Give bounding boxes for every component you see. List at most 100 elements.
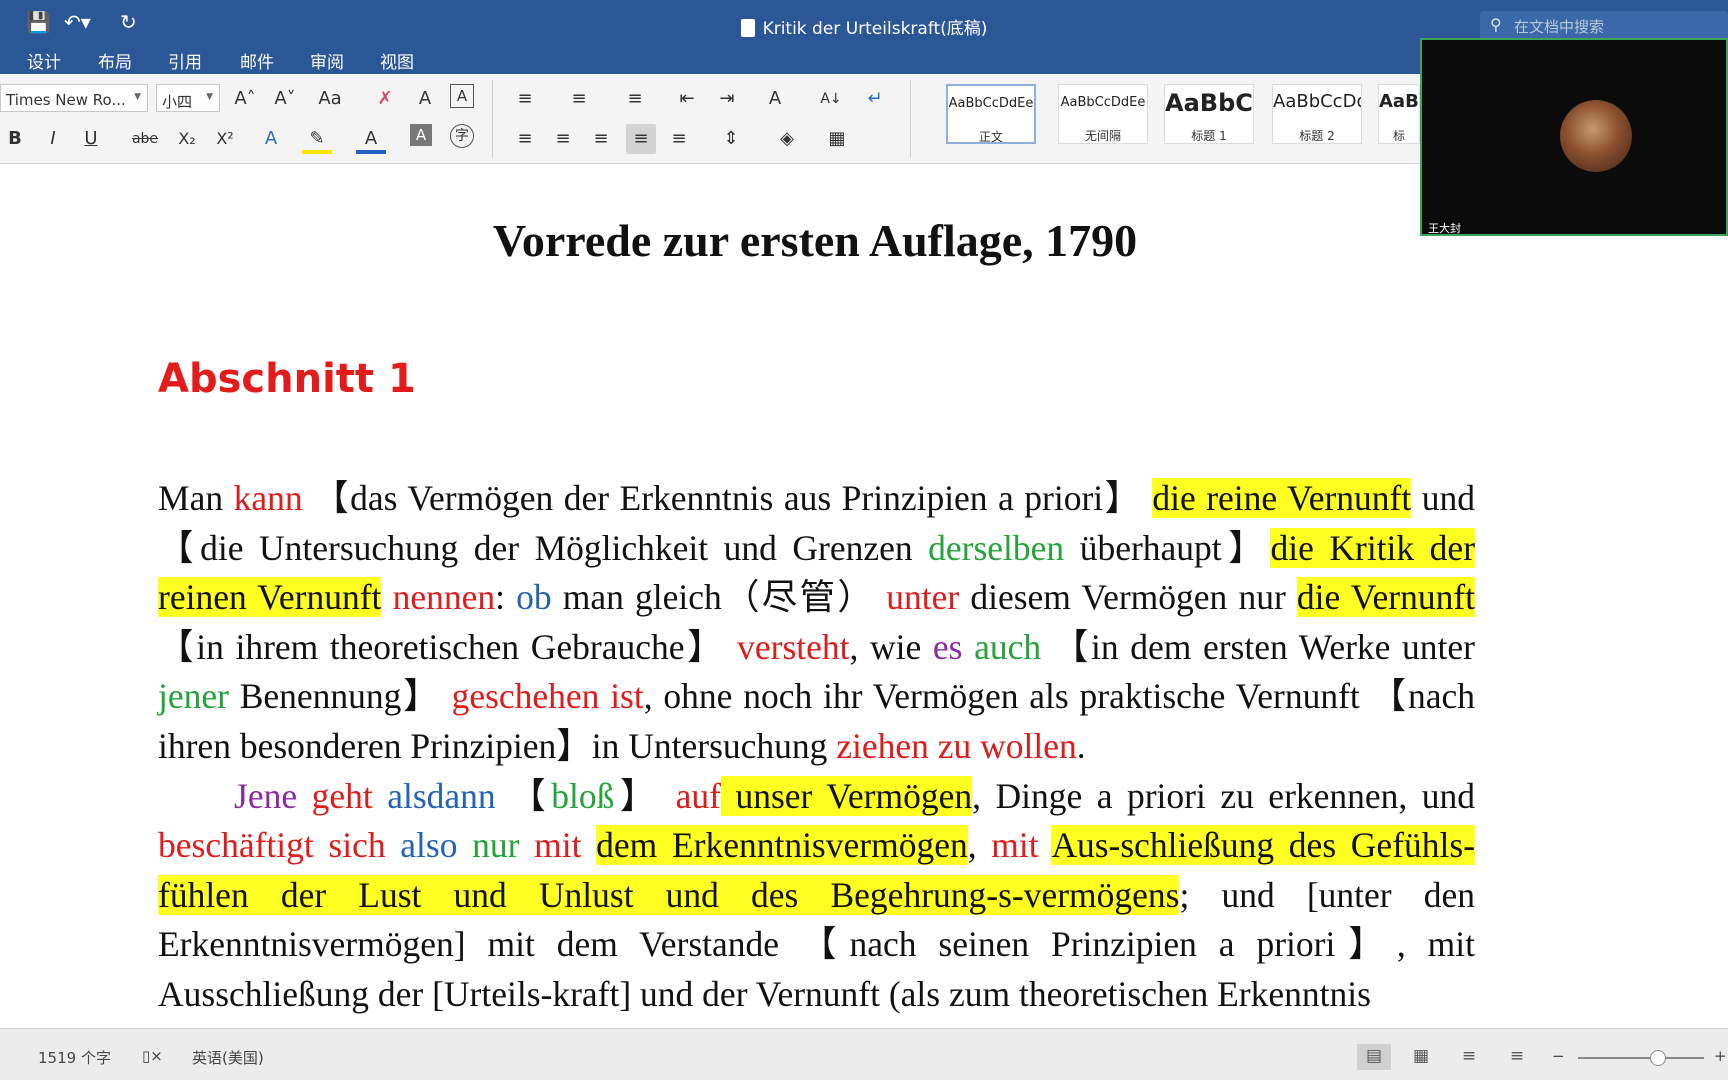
grow-font-icon[interactable]: A˄ [230, 84, 260, 114]
text-run: versteht [737, 626, 850, 667]
zoom-in-icon[interactable]: + [1714, 1047, 1727, 1065]
superscript-icon[interactable]: X² [210, 124, 240, 154]
web-layout-icon[interactable]: ▦ [1404, 1044, 1438, 1070]
clear-format-icon[interactable]: ✗ [370, 84, 400, 114]
participant-name: 王大封 [1428, 222, 1461, 235]
distributed-icon[interactable]: ≡ [664, 124, 694, 154]
text-run: die Vernunft [1296, 577, 1476, 618]
paragraph-1: Man kann 【das Vermögen der Erkenntnis au… [158, 474, 1476, 772]
font-name-value: Times New Ro... [6, 91, 126, 109]
style-normal[interactable]: AaBbCcDdEe 正文 [946, 84, 1036, 144]
search-icon: ⚲ [1490, 15, 1502, 34]
italic-icon[interactable]: I [38, 124, 68, 154]
document-page[interactable]: Vorrede zur ersten Auflage, 1790 Abschni… [0, 164, 1728, 1028]
style-heading-1[interactable]: AaBbCc 标题 1 [1164, 84, 1254, 144]
text-run: : [495, 577, 517, 618]
video-thumbnail[interactable]: 王大封 [1420, 38, 1728, 236]
subscript-icon[interactable]: X₂ [172, 124, 202, 154]
text-run [457, 825, 472, 865]
tab-design[interactable]: 设计 [27, 48, 61, 73]
align-center-icon[interactable]: ≡ [548, 124, 578, 154]
font-name-select[interactable]: Times New Ro... ▼ [0, 84, 148, 112]
text-run: alsdann [387, 775, 496, 816]
multilevel-list-icon[interactable]: ≡ [620, 84, 650, 114]
text-run: mit [991, 825, 1039, 866]
search-box[interactable]: ⚲ 在文档中搜索 [1480, 11, 1728, 41]
strikethrough-icon[interactable]: abe [130, 124, 160, 154]
tab-references[interactable]: 引用 [168, 48, 202, 73]
character-border-icon[interactable]: A [450, 84, 474, 108]
draft-view-icon[interactable]: ≡ [1500, 1044, 1534, 1070]
shading-icon[interactable]: ◈ [772, 124, 802, 154]
style-name: 标题 2 [1299, 129, 1335, 143]
shrink-font-icon[interactable]: A˅ [270, 84, 300, 114]
show-marks-icon[interactable]: ↵ [860, 84, 890, 114]
font-size-select[interactable]: 小四 ▼ [156, 84, 220, 112]
text-run: unser Vermögen [720, 775, 973, 816]
character-shading-icon[interactable]: A [410, 124, 432, 146]
align-left-icon[interactable]: ≡ [510, 124, 540, 154]
style-heading-2[interactable]: AaBbCcDd 标题 2 [1272, 84, 1362, 144]
tab-review[interactable]: 审阅 [310, 48, 344, 73]
text-run [519, 825, 534, 865]
bold-icon[interactable]: B [0, 124, 30, 154]
document-icon [740, 19, 755, 37]
text-run: dem Erkenntnisvermögen [596, 825, 968, 866]
line-spacing-icon[interactable]: ⇕ [716, 124, 746, 154]
increase-indent-icon[interactable]: ⇥ [712, 84, 742, 114]
text-run [386, 825, 401, 865]
phonetic-guide-icon[interactable]: A [410, 84, 440, 114]
style-name: 无间隔 [1084, 129, 1121, 143]
text-run: ob [516, 577, 552, 618]
font-color-icon[interactable]: A [356, 124, 386, 154]
text-run: geschehen ist [451, 676, 644, 717]
text-run: nennen [392, 577, 496, 618]
zoom-slider[interactable] [1578, 1057, 1704, 1059]
justify-icon[interactable]: ≡ [626, 124, 656, 154]
highlight-icon[interactable]: ✎ [302, 124, 332, 154]
tab-layout[interactable]: 布局 [98, 48, 132, 73]
align-right-icon[interactable]: ≡ [586, 124, 616, 154]
print-layout-icon[interactable]: ▤ [1357, 1044, 1391, 1070]
sort-icon[interactable]: A↓ [816, 84, 846, 114]
status-bar: 1519 个字 ▯× 英语(美国) ▤ ▦ ≡ ≡ − + [0, 1028, 1728, 1080]
zoom-out-icon[interactable]: − [1552, 1047, 1565, 1065]
style-sample: AaBl [1379, 91, 1419, 112]
text-run: 【in ihrem theoretischen Gebrauche】 [158, 626, 738, 667]
text-run: Jene [234, 775, 298, 816]
text-run: bloß [551, 775, 615, 816]
proofing-icon[interactable]: ▯× [142, 1047, 163, 1065]
tab-view[interactable]: 视图 [380, 48, 414, 73]
search-placeholder: 在文档中搜索 [1514, 18, 1605, 36]
enclose-character-icon[interactable]: 字 [450, 124, 474, 148]
text-run: es [932, 626, 963, 667]
text-run: Man [158, 478, 234, 518]
tab-mailings[interactable]: 邮件 [240, 48, 274, 73]
window-title: Kritik der Urteilskraft(底稿) [0, 14, 1728, 39]
underline-icon[interactable]: U [76, 124, 106, 154]
numbering-icon[interactable]: ≡ [564, 84, 594, 114]
text-run: 【 [495, 775, 552, 816]
style-no-spacing[interactable]: AaBbCcDdEe 无间隔 [1058, 84, 1148, 144]
word-count[interactable]: 1519 个字 [38, 1047, 111, 1068]
zoom-slider-thumb[interactable] [1650, 1050, 1666, 1066]
text-run: diesem Vermögen nur [959, 577, 1297, 618]
text-run: derselben [928, 527, 1065, 568]
section-heading: Abschnitt 1 [158, 356, 416, 402]
bullets-icon[interactable]: ≡ [510, 84, 540, 114]
borders-icon[interactable]: ▦ [822, 124, 852, 154]
outline-view-icon[interactable]: ≡ [1452, 1044, 1486, 1070]
separator [492, 80, 493, 158]
style-more[interactable]: AaBl 标 [1378, 84, 1420, 144]
chevron-down-icon: ▼ [206, 92, 213, 102]
document-body[interactable]: Man kann 【das Vermögen der Erkenntnis au… [158, 474, 1476, 1020]
decrease-indent-icon[interactable]: ⇤ [672, 84, 702, 114]
style-sample: AaBbCcDdEe [1060, 95, 1146, 110]
text-run: jener [158, 676, 229, 717]
change-case-icon[interactable]: Aa [315, 84, 345, 114]
text-effects-icon[interactable]: A [256, 124, 286, 154]
text-run [581, 825, 596, 865]
asian-layout-icon[interactable]: A [760, 84, 790, 114]
language[interactable]: 英语(美国) [192, 1047, 264, 1068]
text-run: auch [974, 626, 1042, 667]
